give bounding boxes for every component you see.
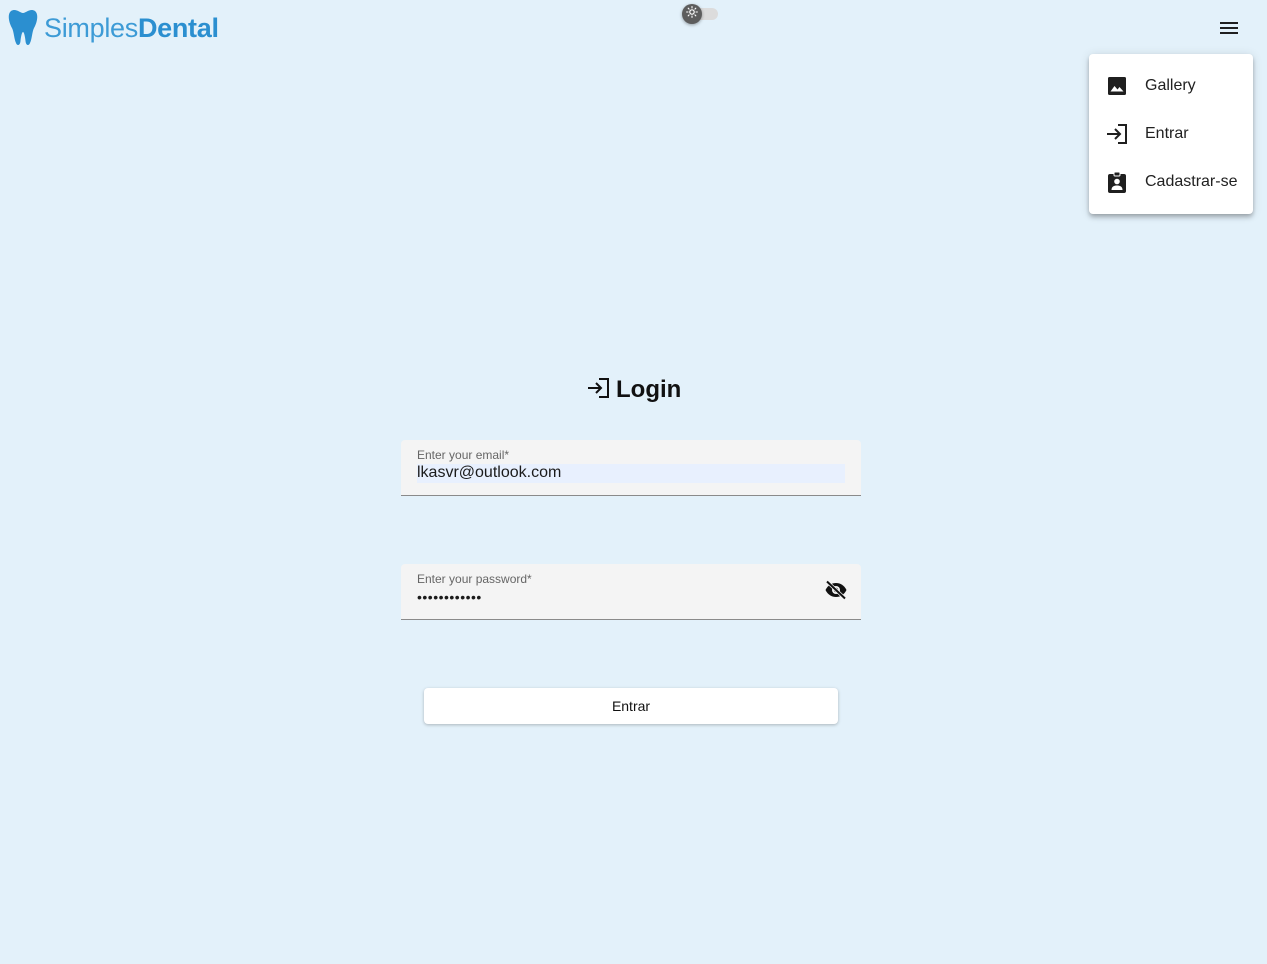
password-input[interactable]: •••••••••••• bbox=[417, 589, 482, 605]
tooth-icon bbox=[8, 9, 38, 47]
menu-item-label: Cadastrar-se bbox=[1145, 173, 1238, 190]
image-icon bbox=[1105, 74, 1129, 98]
login-icon bbox=[1105, 122, 1129, 146]
brand-name-light: Simples bbox=[44, 12, 138, 43]
email-field-label: Enter your email* bbox=[417, 448, 510, 462]
brand-logo[interactable]: SimplesDental bbox=[8, 9, 219, 47]
assignment-ind-icon bbox=[1105, 170, 1129, 194]
menu-item-cadastrar-se[interactable]: Cadastrar-se bbox=[1089, 158, 1253, 206]
password-visibility-toggle[interactable] bbox=[823, 579, 849, 605]
brand-name: SimplesDental bbox=[44, 12, 219, 43]
menu-item-entrar[interactable]: Entrar bbox=[1089, 110, 1253, 158]
password-field-label: Enter your password* bbox=[417, 572, 532, 586]
menu-button[interactable] bbox=[1213, 14, 1245, 46]
page: SimplesDental Gallery Entrar Cadastrar-s… bbox=[0, 0, 1267, 964]
theme-toggle-knob bbox=[682, 4, 702, 24]
theme-toggle[interactable] bbox=[682, 4, 720, 24]
menu-item-label: Gallery bbox=[1145, 77, 1196, 94]
hamburger-menu-icon bbox=[1219, 21, 1239, 40]
email-field[interactable]: Enter your email* lkasvr@outlook.com bbox=[401, 440, 861, 496]
password-field[interactable]: Enter your password* •••••••••••• bbox=[401, 564, 861, 620]
page-title: Login bbox=[586, 376, 681, 404]
visibility-off-icon bbox=[824, 579, 848, 605]
brand-name-bold: Dental bbox=[137, 12, 219, 43]
email-input[interactable]: lkasvr@outlook.com bbox=[417, 464, 561, 482]
menu-item-gallery[interactable]: Gallery bbox=[1089, 62, 1253, 110]
menu-item-label: Entrar bbox=[1145, 125, 1189, 142]
page-title-text: Login bbox=[616, 376, 682, 403]
sun-icon bbox=[686, 5, 698, 23]
login-submit-button[interactable]: Entrar bbox=[424, 688, 838, 724]
login-icon bbox=[586, 377, 610, 404]
nav-menu-dropdown: Gallery Entrar Cadastrar-se bbox=[1089, 54, 1253, 214]
